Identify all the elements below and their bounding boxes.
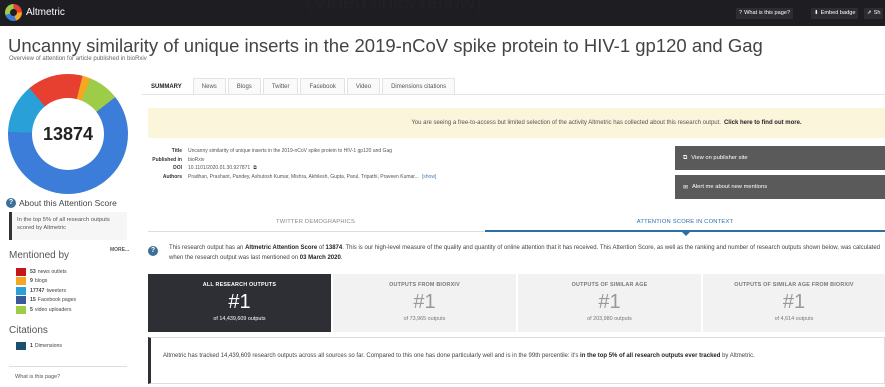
logo-text: Altmetric (26, 7, 65, 18)
tab-twitter[interactable]: Twitter (262, 78, 299, 94)
tab-attention-score-context[interactable]: ATTENTION SCORE IN CONTEXT (485, 214, 885, 230)
tracking-summary: Altmetric has tracked 14,439,609 researc… (148, 337, 885, 384)
mention-swatch (16, 277, 26, 286)
video-links-caption: (Video links below) (306, 0, 482, 14)
doi-link[interactable]: 10.1101/2020.01.30.927871 (188, 164, 250, 173)
share-button[interactable]: ⇗ Sh (864, 8, 884, 19)
tab-summary[interactable]: SUMMARY (142, 78, 191, 94)
tab-facebook[interactable]: Facebook (300, 78, 345, 94)
question-icon[interactable]: ? (148, 246, 158, 256)
score-summary-box: In the top 5% of all research outputs sc… (9, 212, 127, 240)
page-subtitle: Overview of attention for article publis… (9, 56, 147, 62)
find-out-more-link[interactable]: Click here to find out more. (724, 120, 802, 126)
detail-doi-row: DOI 10.1101/2020.01.30.927871 ⧉ (173, 164, 257, 173)
citations-heading: Citations (9, 325, 48, 336)
tabs-divider (142, 94, 885, 95)
mention-list: 53 news outlets 9 blogs 17747 tweeters 15 Faceb… (16, 267, 76, 315)
external-link-icon: ⧉ (683, 154, 688, 161)
view-on-publisher-button[interactable]: ⧉ View on publisher site (675, 146, 885, 170)
download-icon: ⬇ (814, 10, 819, 16)
about-score-heading[interactable]: ? About this Attention Score (6, 198, 117, 208)
show-authors-link[interactable]: [show] (422, 173, 436, 182)
tab-news[interactable]: News (192, 78, 226, 94)
mention-item[interactable]: 5 video uploaders (16, 305, 76, 315)
mention-swatch (16, 305, 26, 314)
what-is-this-page-button[interactable]: ? What is this page? (736, 8, 794, 19)
donut-center: 13874 (32, 98, 104, 170)
tab-blogs[interactable]: Blogs (227, 78, 261, 94)
detail-title-row: Title Uncanny similarity of unique inser… (171, 148, 393, 154)
stat-outputs-from-biorxiv[interactable]: OUTPUTS FROM BIORXIV #1 of 73,965 output… (333, 274, 516, 332)
detail-published-row: Published in bioRxiv (152, 156, 205, 163)
mention-item[interactable]: 15 Facebook pages (16, 296, 76, 306)
attention-context-text: This research output has an Altmetric At… (169, 245, 880, 261)
share-icon: ⇗ (867, 10, 872, 16)
active-tab-arrow-icon (682, 232, 690, 236)
mention-swatch (16, 296, 26, 305)
altmetric-donut-icon (5, 4, 22, 21)
dimensions-swatch (16, 342, 26, 350)
main-tabs: SUMMARY News Blogs Twitter Facebook Video Dime… (142, 78, 457, 94)
mail-icon: ✉ (683, 184, 689, 191)
help-icon: ? (739, 10, 743, 16)
attention-score-donut[interactable]: 13874 (8, 74, 128, 194)
tab-video[interactable]: Video (346, 78, 381, 94)
tab-twitter-demographics[interactable]: TWITTER DEMOGRAPHICS (148, 214, 483, 230)
detail-authors-row: Authors Pradhan, Prashant, Pandey, Ashut… (162, 173, 437, 182)
altmetric-logo[interactable]: Altmetric (5, 4, 65, 21)
attention-score-value: 13874 (42, 123, 94, 144)
alert-me-button[interactable]: ✉ Alert me about new mentions (675, 175, 885, 199)
citation-item-dimensions[interactable]: 1 Dimensions (16, 342, 62, 350)
article-details: Title Uncanny similarity of unique inser… (150, 147, 436, 181)
sidebar-divider (9, 366, 127, 367)
stat-outputs-similar-age[interactable]: OUTPUTS OF SIMILAR AGE #1 of 203,980 out… (518, 274, 701, 332)
mention-swatch (16, 267, 26, 276)
external-link-icon[interactable]: ⧉ (253, 164, 257, 173)
mentioned-by-heading: Mentioned by (9, 250, 70, 261)
what-is-this-page-link[interactable]: What is this page? (15, 374, 60, 380)
mention-item[interactable]: 17747 tweeters (16, 286, 76, 296)
limited-access-notice: You are seeing a free-to-access but limi… (148, 108, 885, 138)
page-title: Uncanny similarity of unique inserts in … (8, 35, 763, 56)
question-icon: ? (6, 198, 16, 208)
stat-all-research-outputs[interactable]: ALL RESEARCH OUTPUTS #1 of 14,439,609 ou… (148, 274, 331, 332)
more-link[interactable]: MORE... (110, 247, 129, 253)
mention-swatch (16, 286, 26, 295)
mention-item[interactable]: 53 news outlets (16, 267, 76, 277)
mention-item[interactable]: 9 blogs (16, 277, 76, 287)
stat-outputs-similar-age-biorxiv[interactable]: OUTPUTS OF SIMILAR AGE FROM BIORXIV #1 o… (703, 274, 885, 332)
embed-badge-button[interactable]: ⬇ Embed badge (811, 8, 859, 19)
tab-dimensions-citations[interactable]: Dimensions citations (382, 78, 456, 94)
